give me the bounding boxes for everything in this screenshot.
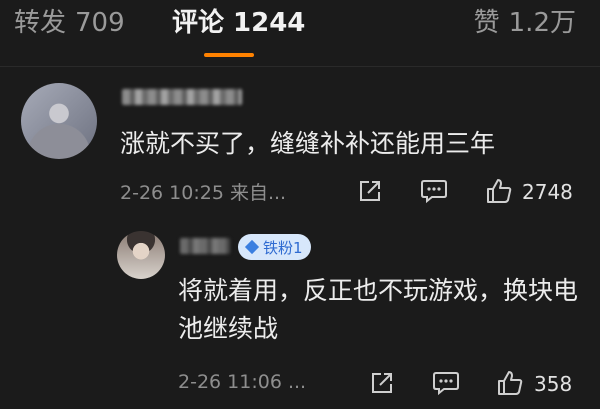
tab-repost-count: 709 [75,8,125,38]
tab-like-count: 1.2万 [508,8,576,38]
like-count: 2748 [522,180,573,204]
like-count: 358 [534,372,573,396]
fan-badge-label: 铁粉1 [263,238,303,257]
tab-comment-count: 1244 [233,8,306,38]
avatar[interactable] [21,83,97,159]
comment-icon[interactable] [420,178,448,204]
comment-icon[interactable] [432,370,460,396]
tab-like[interactable]: 赞 1.2万 [474,6,576,40]
comment-text: 将就着用，反正也不玩游戏，换块电池继续战 [178,276,579,343]
tab-comment-label: 评论 [172,8,225,38]
username-blurred[interactable] [180,238,230,254]
like-icon[interactable] [485,177,513,205]
avatar[interactable] [117,231,165,279]
username-blurred[interactable] [122,89,242,105]
tab-like-label: 赞 [473,8,500,38]
active-tab-indicator [204,53,254,57]
share-icon[interactable] [357,178,383,204]
fan-badge-diamond-icon [244,239,260,255]
like-icon[interactable] [496,369,524,397]
comment-tab-bar: 转发 709 评论 1244 赞 1.2万 [0,0,600,64]
fan-badge[interactable]: 铁粉1 [238,234,311,260]
comment-text: 涨就不买了，缝缝补补还能用三年 [120,129,496,158]
comment-timestamp: 2-26 11:06 ... [178,371,307,393]
tab-comment[interactable]: 评论 1244 [172,6,305,40]
divider [0,66,600,67]
comment-timestamp: 2-26 10:25 来自... [120,182,287,204]
share-icon[interactable] [369,370,395,396]
tab-repost-label: 转发 [14,8,67,38]
tab-repost[interactable]: 转发 709 [14,6,125,40]
